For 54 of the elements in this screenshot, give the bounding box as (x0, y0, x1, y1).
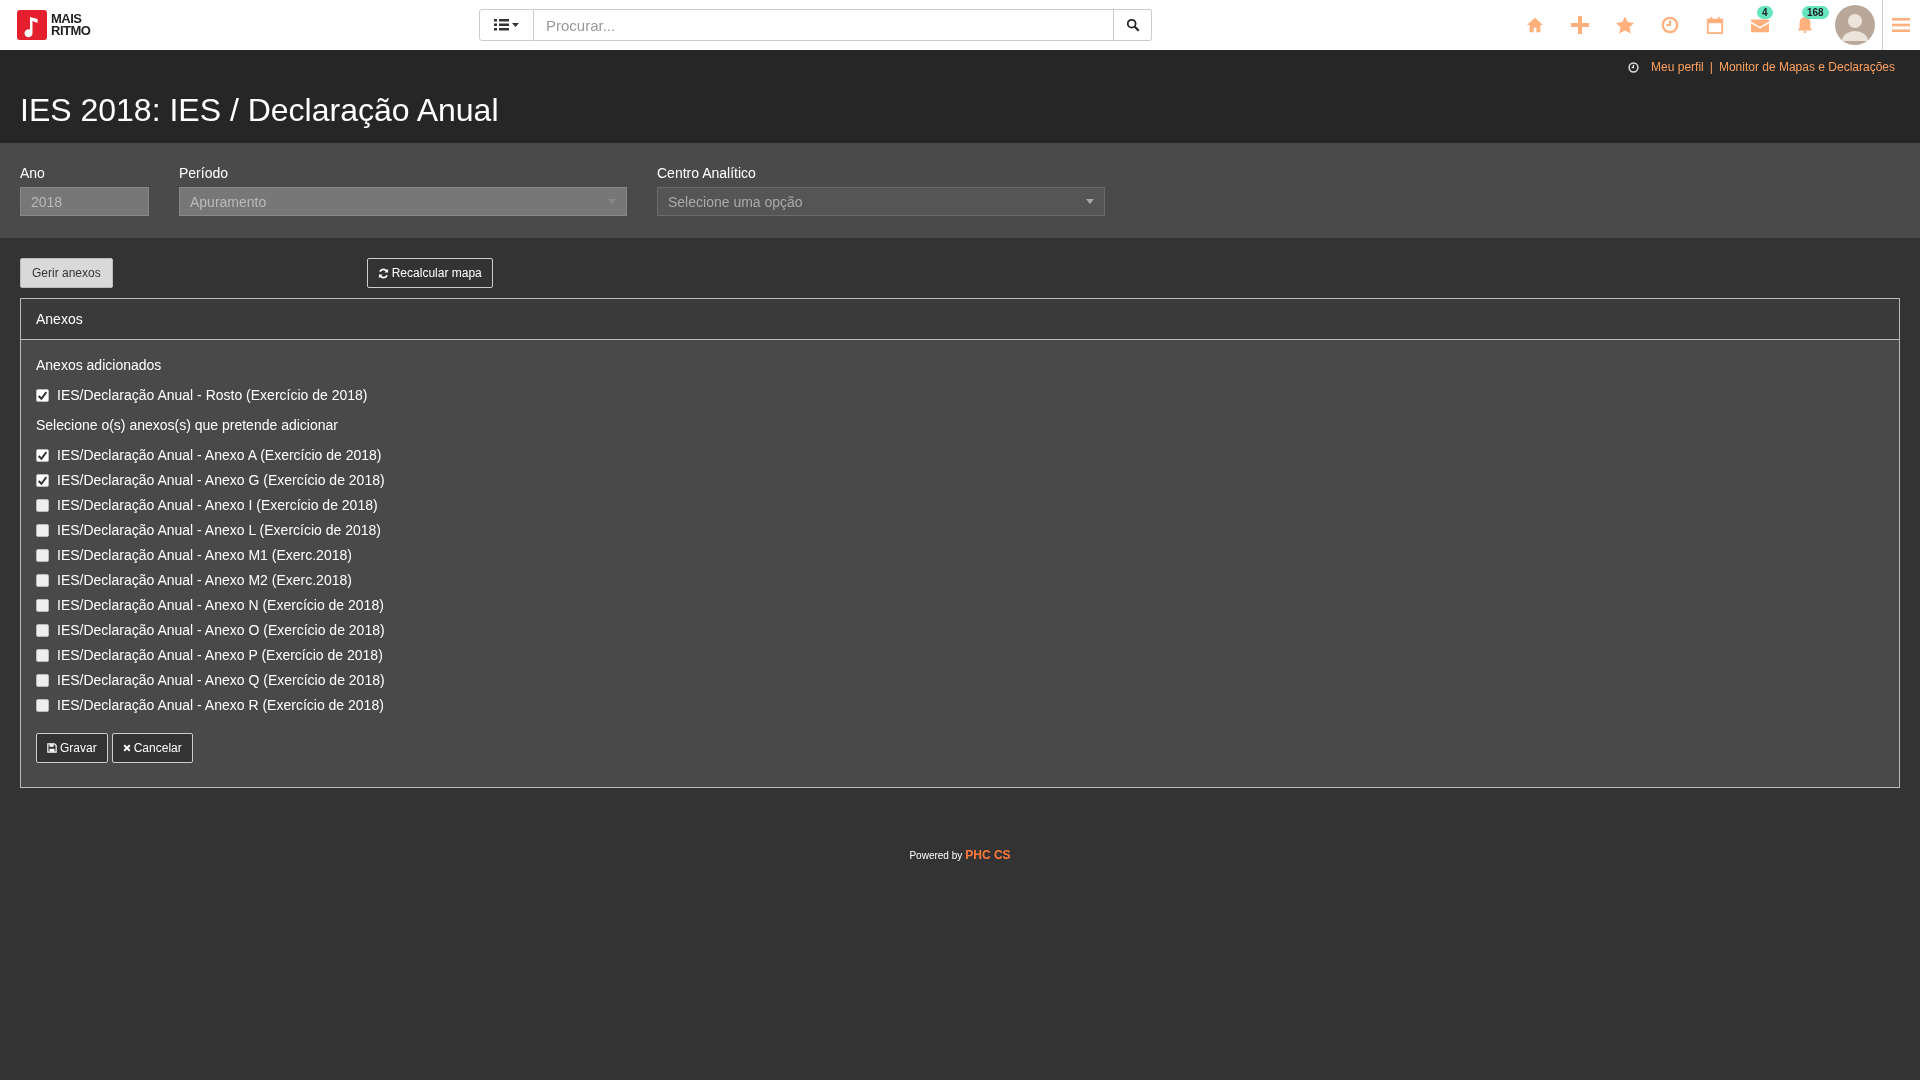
save-button[interactable]: Gravar (36, 733, 108, 763)
section-heading: Selecione o(s) anexos(s) que pretende adicionar (36, 417, 339, 433)
section-heading: Anexos adicionados (36, 357, 163, 373)
checkbox[interactable] (36, 648, 49, 662)
header-link[interactable]: Meu perfil (1651, 60, 1704, 74)
manage-attachments-button[interactable]: Gerir anexos (20, 258, 113, 288)
checkbox-label: IES/Declaração Anual - Anexo M1 (Exerc.2018) (57, 547, 352, 563)
caret-icon (1086, 199, 1094, 204)
field-label: Centro Analítico (657, 165, 757, 181)
checkbox-label: IES/Declaração Anual - Anexo P (Exercício de 2018) (57, 647, 383, 663)
checkbox[interactable] (36, 548, 49, 562)
checkbox-label: IES/Declaração Anual - Anexo M2 (Exerc.2018) (57, 572, 352, 588)
checkbox[interactable] (36, 498, 49, 512)
search-icon (1125, 18, 1140, 32)
logo-text: MAIS RITMO (51, 13, 91, 37)
recalculate-button[interactable]: Recalcular mapa (366, 258, 493, 288)
checkbox-label: IES/Declaração Anual - Rosto (Exercício de 2018) (57, 387, 368, 403)
star-icon[interactable] (1616, 16, 1634, 34)
cancel-button[interactable]: Cancelar (111, 733, 193, 763)
refresh-icon (377, 267, 389, 279)
header-link[interactable]: Monitor de Mapas e Declarações (1718, 60, 1895, 74)
link-separator: | (1709, 60, 1713, 74)
close-icon (122, 744, 131, 752)
checkbox[interactable] (36, 448, 49, 462)
search-field[interactable]: Procurar... (534, 9, 1114, 41)
checkbox-label: IES/Declaração Anual - Anexo I (Exercício de 2018) (57, 497, 378, 513)
checkbox-label: IES/Declaração Anual - Anexo A (Exercício de 2018) (57, 447, 382, 463)
notification-count-badge: 168 (1802, 6, 1829, 19)
checkbox[interactable] (36, 698, 49, 712)
checkbox[interactable] (36, 598, 49, 612)
field-label: Período (179, 165, 230, 181)
footer-text: Powered by (909, 850, 963, 861)
checkbox-label: IES/Declaração Anual - Anexo Q (Exercício de 2018) (57, 672, 385, 688)
list-dropdown-button[interactable] (479, 9, 534, 41)
checkbox[interactable] (36, 388, 49, 402)
field-label: Ano (20, 165, 46, 181)
checkbox[interactable] (36, 673, 49, 687)
checkbox-label: IES/Declaração Anual - Anexo L (Exercício de 2018) (57, 522, 381, 538)
mail-count-badge: 4 (1757, 6, 1773, 19)
checkbox[interactable] (36, 623, 49, 637)
search-button[interactable] (1114, 9, 1152, 41)
checkbox-label: IES/Declaração Anual - Anexo N (Exercício de 2018) (57, 597, 384, 613)
page-title: IES 2018: IES / Declaração Anual (20, 92, 499, 129)
logo-icon (17, 10, 47, 40)
checkbox[interactable] (36, 473, 49, 487)
checkbox-label: IES/Declaração Anual - Anexo G (Exercício de 2018) (57, 472, 385, 488)
checkbox[interactable] (36, 573, 49, 587)
checkbox[interactable] (36, 523, 49, 537)
panel-title: Anexos (36, 311, 83, 327)
clock-icon (1628, 61, 1640, 73)
checkbox-label: IES/Declaração Anual - Anexo R (Exercício de 2018) (57, 697, 384, 713)
checkbox-label: IES/Declaração Anual - Anexo O (Exercício de 2018) (57, 622, 385, 638)
list-caret-icon (493, 19, 520, 31)
brand-link[interactable]: PHC CS (965, 848, 1011, 862)
